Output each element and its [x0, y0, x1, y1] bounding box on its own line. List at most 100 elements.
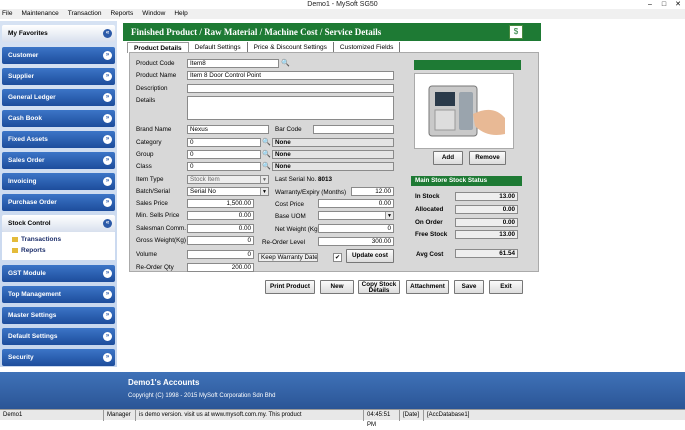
sidebar-item-stock-control[interactable]: Stock Control «: [2, 215, 115, 232]
window-title: Demo1 - MySoft SG50: [0, 0, 685, 9]
menu-maintenance[interactable]: Maintenance: [21, 9, 58, 19]
base-uom-select[interactable]: ▼: [318, 211, 394, 220]
category-input[interactable]: 0: [187, 138, 261, 147]
maximize-icon[interactable]: □: [657, 0, 671, 9]
warranty-input[interactable]: 12.00: [351, 187, 394, 196]
remove-image-button[interactable]: Remove: [469, 151, 506, 165]
group-input[interactable]: 0: [187, 150, 261, 159]
chevron-down-icon: »: [103, 93, 112, 102]
status-database: [AccDatabase1]: [427, 412, 470, 418]
bar-code-label: Bar Code: [275, 126, 302, 133]
fingerprint-device-icon: [428, 85, 505, 137]
status-date: [Date]: [400, 410, 424, 421]
minimize-icon[interactable]: –: [643, 0, 657, 9]
salesman-comm-input[interactable]: 0.00: [187, 224, 254, 233]
sidebar-sub-reports[interactable]: Reports: [12, 247, 46, 254]
window-controls: – □ ✕: [643, 0, 685, 9]
item-type-select[interactable]: Stock Item ▼: [187, 175, 269, 184]
menu-transaction[interactable]: Transaction: [68, 9, 102, 19]
chevron-down-icon: »: [103, 311, 112, 320]
allocated-value: 0.00: [455, 205, 518, 214]
sales-price-input[interactable]: 1,500.00: [187, 199, 254, 208]
company-name: Demo1's Accounts: [128, 378, 200, 387]
sidebar-item-gst-module[interactable]: GST Module»: [2, 265, 115, 282]
sidebar-item-cash-book[interactable]: Cash Book»: [2, 110, 115, 127]
sidebar-item-invoicing[interactable]: Invoicing»: [2, 173, 115, 190]
sidebar-item-general-ledger[interactable]: General Ledger»: [2, 89, 115, 106]
stock-control-panel: Transactions Reports: [2, 232, 115, 260]
group-label: Group: [136, 151, 154, 158]
copyright-text: Copyright (C) 1998 - 2015 MySoft Corpora…: [128, 393, 276, 399]
attachment-button[interactable]: Attachment: [406, 280, 449, 294]
product-name-input[interactable]: Item 8 Door Control Point: [187, 71, 394, 80]
class-label: Class: [136, 163, 152, 170]
volume-input[interactable]: 0: [187, 250, 254, 259]
sidebar-item-security[interactable]: Security»: [2, 349, 115, 366]
sidebar-item-fixed-assets[interactable]: Fixed Assets»: [2, 131, 115, 148]
search-icon[interactable]: 🔍: [262, 162, 271, 171]
sidebar-item-supplier[interactable]: Supplier»: [2, 68, 115, 85]
sidebar-item-master-settings[interactable]: Master Settings»: [2, 307, 115, 324]
net-weight-label: Net Weight (Kg): [275, 226, 320, 233]
menu-help[interactable]: Help: [174, 9, 187, 19]
cost-price-input[interactable]: 0.00: [318, 199, 394, 208]
description-input[interactable]: [187, 84, 394, 93]
sidebar-item-default-settings[interactable]: Default Settings»: [2, 328, 115, 345]
print-product-button[interactable]: Print Product: [265, 280, 315, 294]
keep-warranty-checkbox[interactable]: ✔: [333, 253, 342, 262]
sidebar-item-top-management[interactable]: Top Management»: [2, 286, 115, 303]
product-code-input[interactable]: Item8: [187, 59, 279, 68]
avg-cost-label: Avg Cost: [416, 251, 444, 258]
details-textarea[interactable]: [187, 96, 394, 120]
in-stock-label: In Stock: [415, 193, 440, 200]
add-image-button[interactable]: Add: [433, 151, 463, 165]
footer: Demo1's Accounts Copyright (C) 1998 - 20…: [0, 372, 685, 409]
sidebar-item-customer[interactable]: Customer»: [2, 47, 115, 64]
menu-file[interactable]: File: [2, 9, 12, 19]
chevron-down-icon: »: [103, 269, 112, 278]
search-icon[interactable]: 🔍: [262, 150, 271, 159]
last-serial-label: Last Serial No.: [275, 176, 317, 183]
volume-label: Volume: [136, 251, 158, 258]
brand-name-input[interactable]: Nexus: [187, 125, 269, 134]
status-time: 04:45:51 PM: [364, 410, 400, 428]
menu-reports[interactable]: Reports: [110, 9, 133, 19]
sidebar-sub-transactions[interactable]: Transactions: [12, 236, 61, 243]
new-button[interactable]: New: [320, 280, 354, 294]
folder-icon: [12, 247, 18, 253]
menu-window[interactable]: Window: [142, 9, 165, 19]
reorder-level-input[interactable]: 300.00: [318, 237, 394, 246]
batch-serial-select[interactable]: Serial No ▼: [187, 187, 269, 196]
class-description: None: [272, 162, 394, 171]
on-order-label: On Order: [415, 219, 443, 226]
free-stock-label: Free Stock: [415, 231, 448, 238]
reorder-qty-input[interactable]: 200.00: [187, 263, 254, 272]
gross-weight-input[interactable]: 0: [187, 236, 254, 245]
last-serial-value: 8013: [318, 176, 333, 183]
chevron-down-icon: »: [103, 290, 112, 299]
chevron-down-icon: »: [103, 51, 112, 60]
copy-stock-details-button[interactable]: Copy Stock Details: [358, 280, 400, 294]
cost-price-label: Cost Price: [275, 201, 305, 208]
chevron-down-icon: »: [103, 332, 112, 341]
close-icon[interactable]: ✕: [671, 0, 685, 9]
in-stock-value: 13.00: [455, 192, 518, 201]
min-sells-price-input[interactable]: 0.00: [187, 211, 254, 220]
folder-icon: [12, 236, 18, 242]
bar-code-input[interactable]: [313, 125, 394, 134]
sidebar-item-purchase-order[interactable]: Purchase Order»: [2, 194, 115, 211]
sidebar-item-sales-order[interactable]: Sales Order»: [2, 152, 115, 169]
sidebar-item-my-favorites[interactable]: My Favorites «: [2, 25, 115, 42]
exit-button[interactable]: Exit: [489, 280, 523, 294]
net-weight-input[interactable]: 0: [318, 224, 394, 233]
class-input[interactable]: 0: [187, 162, 261, 171]
chevron-up-icon: «: [103, 219, 112, 228]
save-button[interactable]: Save: [454, 280, 484, 294]
search-icon[interactable]: 🔍: [281, 59, 290, 68]
product-code-label: Product Code: [136, 60, 175, 67]
chevron-down-icon: ▼: [385, 212, 393, 219]
update-cost-button[interactable]: Update cost: [346, 249, 394, 263]
status-db: Demo1: [0, 410, 104, 421]
status-message: is demo version. visit us at www.mysoft.…: [136, 410, 364, 421]
search-icon[interactable]: 🔍: [262, 138, 271, 147]
